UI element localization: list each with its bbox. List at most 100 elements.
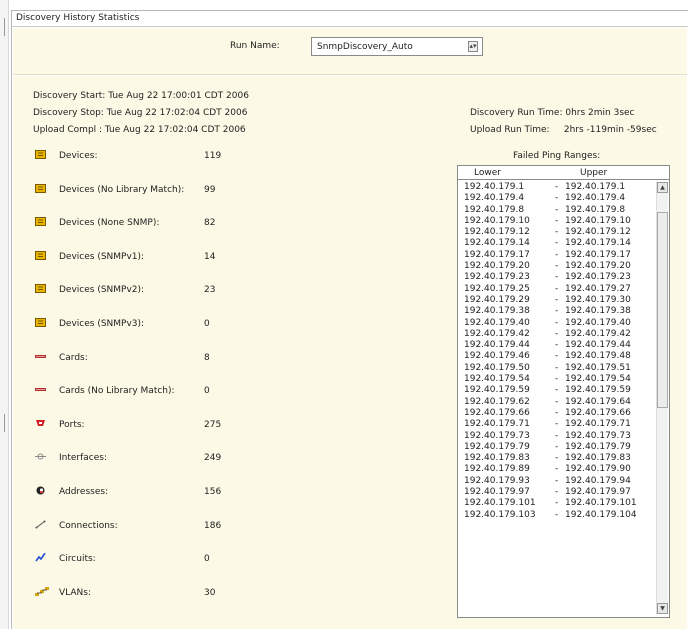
upper-ip: 192.40.179.101 <box>565 498 637 509</box>
statistics-body: Discovery Start: Tue Aug 22 17:00:01 CDT… <box>13 76 687 629</box>
lower-ip: 192.40.179.62 <box>464 396 530 407</box>
run-name-bar: Run Name: SnmpDiscovery_Auto ▴▾ <box>13 28 687 75</box>
upper-ip: 192.40.179.14 <box>565 238 631 249</box>
range-separator: - <box>555 509 559 520</box>
table-row[interactable]: 192.40.179.29 -192.40.179.30 <box>458 295 654 306</box>
scroll-up-icon[interactable]: ▲ <box>657 182 668 193</box>
table-row[interactable]: 192.40.179.8-192.40.179.8 <box>458 205 654 216</box>
table-row[interactable]: 192.40.179.97-192.40.179.97 <box>458 487 654 498</box>
range-separator: - <box>555 419 559 430</box>
lower-ip: 192.40.179.42 <box>464 328 530 339</box>
table-row[interactable]: 192.40.179.14-192.40.179.14 <box>458 238 654 249</box>
table-row[interactable]: 192.40.179.46 -192.40.179.48 <box>458 351 654 362</box>
table-row[interactable]: 192.40.179.54-192.40.179.54 <box>458 374 654 385</box>
table-row[interactable]: 192.40.179.38-192.40.179.38 <box>458 306 654 317</box>
table-row[interactable]: 192.40.179.59-192.40.179.59 <box>458 385 654 396</box>
failed-ping-rows: 192.40.179.1-192.40.179.1 192.40.179.4-19… <box>458 182 654 521</box>
table-row[interactable]: 192.40.179.40-192.40.179.40 <box>458 318 654 329</box>
lower-ip: 192.40.179.12 <box>464 227 530 238</box>
range-separator: - <box>555 283 559 294</box>
run-name-select[interactable]: SnmpDiscovery_Auto ▴▾ <box>311 37 483 56</box>
splitter-notch <box>4 414 5 432</box>
failed-ping-scrollbar[interactable]: ▲ ▼ <box>656 182 668 614</box>
upper-ip: 192.40.179.17 <box>565 249 631 260</box>
table-row[interactable]: 192.40.179.12-192.40.179.12 <box>458 227 654 238</box>
range-separator: - <box>555 464 559 475</box>
stat-value: 0 <box>204 554 210 565</box>
table-row[interactable]: 192.40.179.93 -192.40.179.94 <box>458 476 654 487</box>
table-row[interactable]: 192.40.179.44-192.40.179.44 <box>458 340 654 351</box>
table-row[interactable]: 192.40.179.101-192.40.179.101 <box>458 498 654 509</box>
upload-complete-text: Upload Compl : Tue Aug 22 17:02:04 CDT 2… <box>33 125 246 135</box>
upper-ip: 192.40.179.40 <box>565 317 631 328</box>
table-row[interactable]: 192.40.179.103 -192.40.179.104 <box>458 510 654 521</box>
table-row[interactable]: 192.40.179.17-192.40.179.17 <box>458 250 654 261</box>
upper-ip: 192.40.179.1 <box>565 182 626 192</box>
table-row[interactable]: 192.40.179.20-192.40.179.20 <box>458 261 654 272</box>
upper-ip: 192.40.179.51 <box>565 362 631 373</box>
stat-label: Cards: <box>59 352 88 363</box>
stat-value: 30 <box>204 587 216 598</box>
upper-ip: 192.40.179.104 <box>565 509 637 520</box>
device-icon <box>35 284 46 294</box>
upper-ip: 192.40.179.54 <box>565 374 631 385</box>
range-separator: - <box>555 430 559 441</box>
circuit-icon <box>35 552 46 562</box>
upper-ip: 192.40.179.20 <box>565 261 631 272</box>
upper-ip: 192.40.179.10 <box>565 215 631 226</box>
range-separator: - <box>555 453 559 464</box>
upper-ip: 192.40.179.8 <box>565 204 626 215</box>
range-separator: - <box>555 351 559 362</box>
table-row[interactable]: 192.40.179.83-192.40.179.83 <box>458 453 654 464</box>
range-separator: - <box>555 498 559 509</box>
stat-label: VLANs: <box>59 587 91 598</box>
table-row[interactable]: 192.40.179.89 -192.40.179.90 <box>458 464 654 475</box>
scroll-down-icon[interactable]: ▼ <box>657 603 668 614</box>
table-row[interactable]: 192.40.179.66-192.40.179.66 <box>458 408 654 419</box>
upper-ip: 192.40.179.73 <box>565 430 631 441</box>
range-separator: - <box>555 475 559 486</box>
failed-ping-table[interactable]: Lower Upper 192.40.179.1-192.40.179.1 192… <box>457 165 670 618</box>
table-row[interactable]: 192.40.179.62 -192.40.179.64 <box>458 397 654 408</box>
range-separator: - <box>555 441 559 452</box>
failed-ping-table-header: Lower Upper <box>458 166 669 180</box>
failed-ping-title: Failed Ping Ranges: <box>513 151 601 161</box>
table-row[interactable]: 192.40.179.42-192.40.179.42 <box>458 329 654 340</box>
table-row[interactable]: 192.40.179.73-192.40.179.73 <box>458 431 654 442</box>
lower-ip: 192.40.179.83 <box>464 453 530 464</box>
table-row[interactable]: 192.40.179.79-192.40.179.79 <box>458 442 654 453</box>
lower-ip: 192.40.179.23 <box>464 272 530 283</box>
stat-value: 156 <box>204 487 222 497</box>
run-name-value: SnmpDiscovery_Auto <box>317 42 413 52</box>
range-separator: - <box>555 261 559 272</box>
stat-label: Interfaces: <box>59 453 108 464</box>
table-row[interactable]: 192.40.179.10-192.40.179.10 <box>458 216 654 227</box>
range-separator: - <box>555 215 559 226</box>
scrollbar-thumb[interactable] <box>657 212 668 408</box>
table-row[interactable]: 192.40.179.1-192.40.179.1 <box>458 182 654 193</box>
stat-value: 0 <box>204 386 210 397</box>
lower-ip: 192.40.179.89 <box>464 464 530 475</box>
lower-ip: 192.40.179.79 <box>464 441 530 452</box>
range-separator: - <box>555 362 559 373</box>
left-panel-edge <box>0 0 9 629</box>
lower-ip: 192.40.179.1 <box>464 182 525 192</box>
lower-ip: 192.40.179.14 <box>464 238 530 249</box>
lower-ip: 192.40.179.25 <box>464 283 530 294</box>
card-icon <box>35 352 46 361</box>
upper-ip: 192.40.179.44 <box>565 340 631 351</box>
upper-ip: 192.40.179.90 <box>565 464 631 475</box>
table-row[interactable]: 192.40.179.23-192.40.179.23 <box>458 272 654 283</box>
table-row[interactable]: 192.40.179.4-192.40.179.4 <box>458 193 654 204</box>
dropdown-arrow-icon[interactable]: ▴▾ <box>468 41 478 52</box>
upper-ip: 192.40.179.23 <box>565 272 631 283</box>
table-row[interactable]: 192.40.179.25 -192.40.179.27 <box>458 284 654 295</box>
table-row[interactable]: 192.40.179.71-192.40.179.71 <box>458 419 654 430</box>
range-separator: - <box>555 204 559 215</box>
range-separator: - <box>555 193 559 204</box>
stat-label: Devices (SNMPv1): <box>59 251 145 262</box>
lower-ip: 192.40.179.44 <box>464 340 530 351</box>
range-separator: - <box>555 487 559 498</box>
table-row[interactable]: 192.40.179.50 -192.40.179.51 <box>458 363 654 374</box>
upper-ip: 192.40.179.71 <box>565 419 631 430</box>
